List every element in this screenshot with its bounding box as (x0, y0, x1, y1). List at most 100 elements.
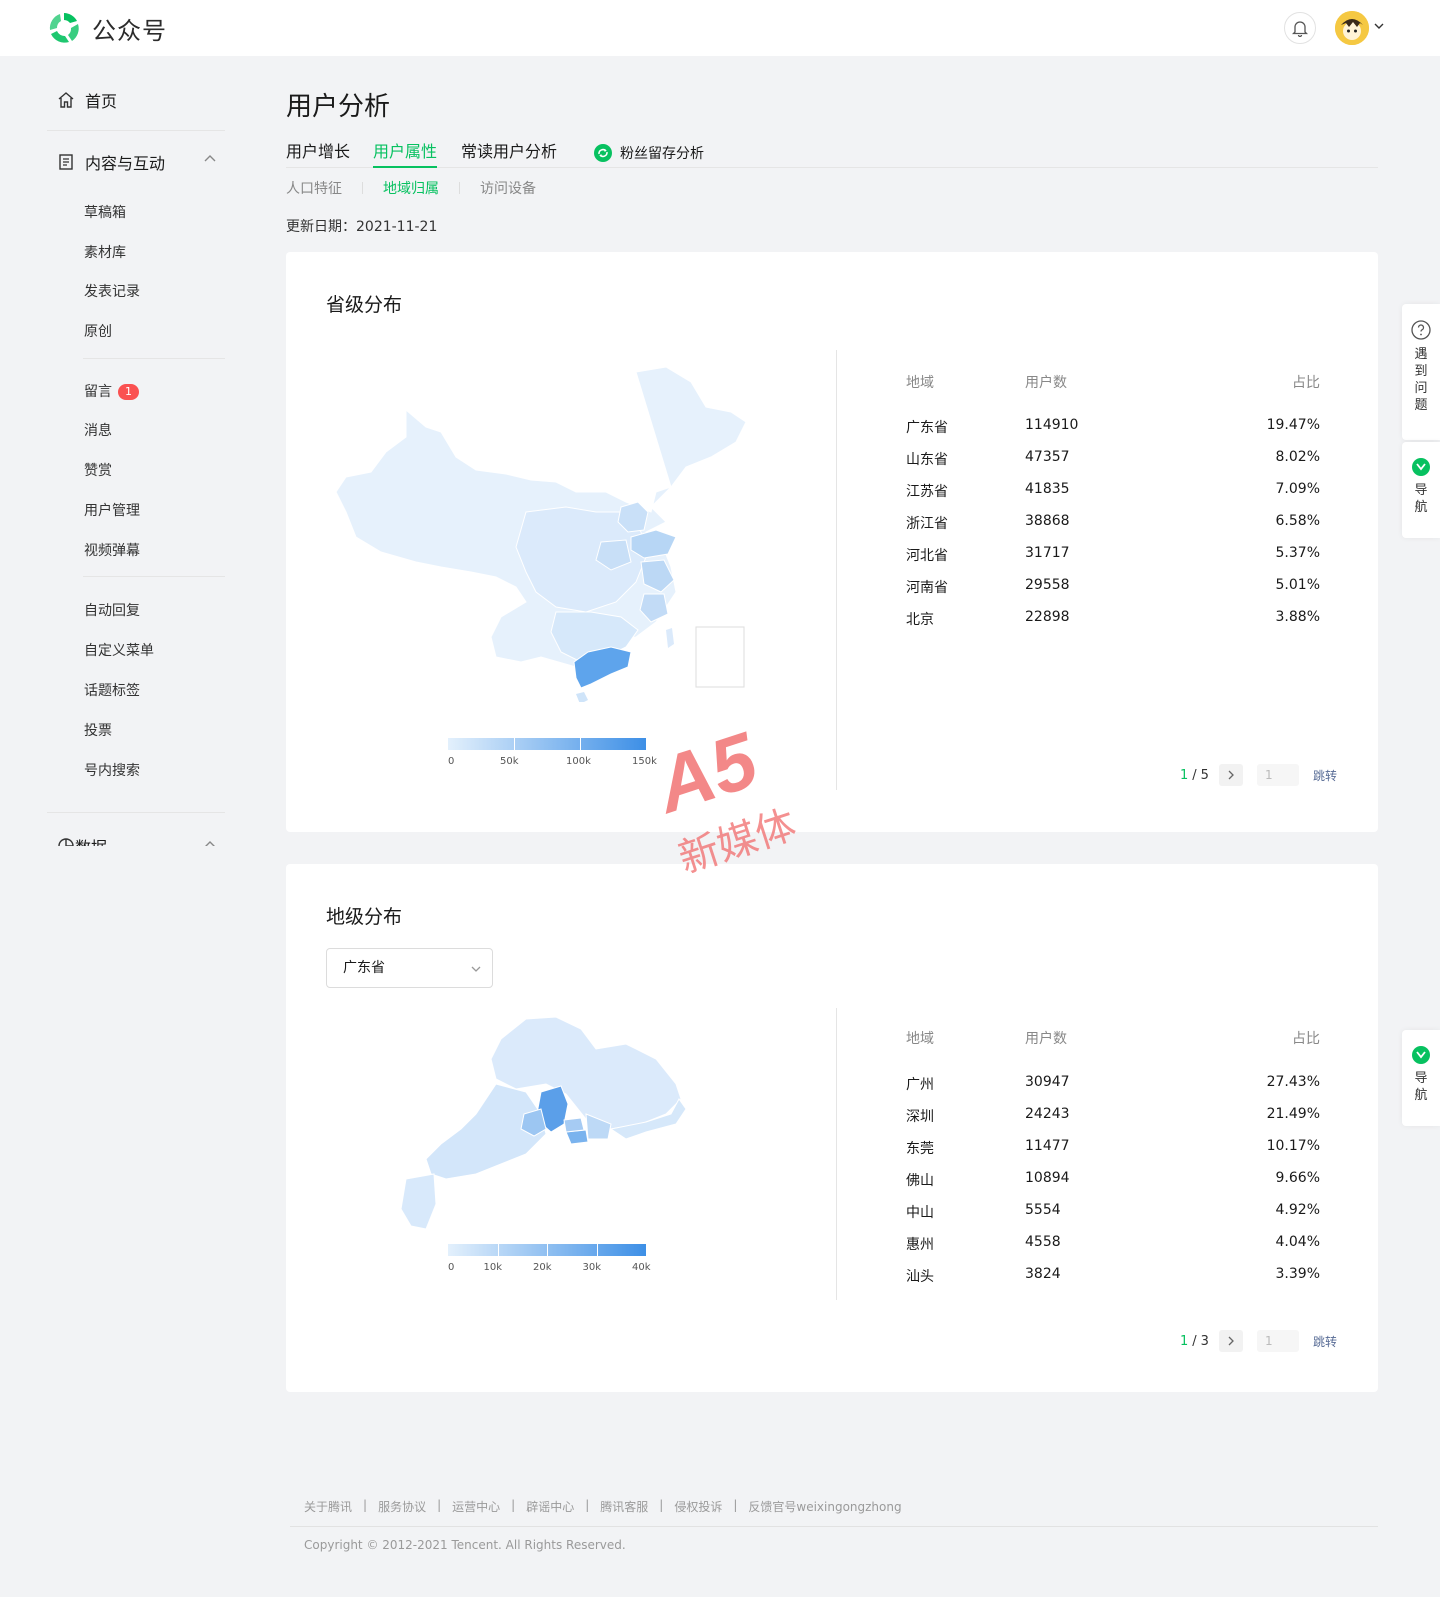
table-row: 河南省 29558 5.01% (906, 577, 1320, 597)
footer-link[interactable]: 服务协议 (378, 1498, 426, 1515)
table-row: 佛山 10894 9.66% (906, 1170, 1320, 1190)
table-row: 浙江省 38868 6.58% (906, 513, 1320, 533)
sidebar-item-topic-tags[interactable]: 话题标签 (84, 680, 140, 700)
wechat-mp-logo-icon (49, 13, 79, 43)
region-cell: 河南省 (906, 580, 948, 596)
sidebar-item-comments[interactable]: 留言 1 (84, 381, 139, 401)
table-row: 东莞 11477 10.17% (906, 1138, 1320, 1158)
map-region-hainan[interactable] (576, 692, 588, 702)
tab-fan-retention[interactable]: 粉丝留存分析 (594, 138, 704, 168)
legend-tick-divider (580, 738, 581, 750)
tab-user-attributes[interactable]: 用户属性 (373, 138, 438, 168)
china-province-map[interactable] (326, 362, 766, 702)
sidebar-group-data[interactable]: 数据 (57, 834, 217, 846)
subtab-demographics[interactable]: 人口特征 (286, 178, 342, 198)
help-float-button[interactable]: 遇到问题 (1402, 304, 1440, 440)
logo[interactable]: 公众号 (46, 10, 167, 46)
sidebar-group-content[interactable]: 内容与互动 (57, 150, 217, 174)
users-cell: 22898 (1025, 609, 1070, 625)
region-cell: 深圳 (906, 1109, 934, 1125)
sidebar-item-drafts[interactable]: 草稿箱 (84, 202, 126, 222)
region-cell: 北京 (906, 612, 934, 628)
divider (47, 130, 225, 131)
legend-tick-label: 30k (582, 1262, 602, 1273)
jump-button[interactable]: 跳转 (1313, 767, 1337, 784)
legend-tick-divider (547, 1244, 548, 1256)
next-page-button[interactable] (1218, 764, 1243, 786)
footer-link[interactable]: 反馈官号weixingongzhong (748, 1498, 901, 1515)
page-title: 用户分析 (286, 92, 391, 122)
notification-button[interactable] (1284, 12, 1316, 44)
next-page-button[interactable] (1218, 1330, 1243, 1352)
page-number-input[interactable]: 1 (1256, 764, 1299, 786)
footer-link[interactable]: 侵权投诉 (674, 1498, 722, 1515)
jump-button[interactable]: 跳转 (1313, 1333, 1337, 1350)
sidebar-item-materials[interactable]: 素材库 (84, 242, 126, 262)
footer-link[interactable]: 运营中心 (452, 1498, 500, 1515)
page-number-input[interactable]: 1 (1256, 1330, 1299, 1352)
nav-icon (1412, 1046, 1430, 1064)
users-cell: 38868 (1025, 513, 1070, 529)
tab-frequent-readers[interactable]: 常读用户分析 (461, 138, 557, 168)
ratio-cell: 10.17% (1266, 1138, 1320, 1154)
users-cell: 114910 (1025, 417, 1079, 433)
sidebar-item-home[interactable]: 首页 (57, 88, 117, 112)
sidebar-item-auto-reply[interactable]: 自动回复 (84, 600, 140, 620)
column-header-ratio: 占比 (1292, 375, 1320, 391)
home-icon (58, 92, 74, 108)
account-menu-chevron-down-icon[interactable] (1373, 20, 1385, 32)
chevron-up-icon[interactable] (203, 838, 217, 846)
chevron-up-icon[interactable] (203, 152, 217, 166)
map-region-leizhou[interactable] (400, 1173, 437, 1230)
sidebar-item-rewards[interactable]: 赞赏 (84, 460, 112, 480)
nav-float-button[interactable]: 导航 (1402, 442, 1440, 538)
table-row: 广东省 114910 19.47% (906, 417, 1320, 437)
bell-icon (1292, 20, 1308, 37)
sidebar-item-original[interactable]: 原创 (84, 321, 112, 341)
map-region-dongguan[interactable] (563, 1117, 585, 1133)
region-cell: 江苏省 (906, 484, 948, 500)
guangdong-city-map[interactable] (396, 1014, 696, 1244)
users-cell: 47357 (1025, 449, 1070, 465)
column-header-ratio: 占比 (1292, 1031, 1320, 1047)
page-separator: / (1192, 1333, 1197, 1349)
sidebar-item-publish-records[interactable]: 发表记录 (84, 281, 140, 301)
city-distribution-card: 地级分布 广东省 0 10k 20k 30k 40k 地域 用户数 占比 广州 30947… (286, 864, 1378, 1392)
sidebar-group-label: 内容与互动 (85, 154, 166, 173)
footer-separator: | (363, 1498, 368, 1512)
region-cell: 汕头 (906, 1269, 934, 1285)
region-cell: 佛山 (906, 1173, 934, 1189)
users-cell: 31717 (1025, 545, 1070, 561)
avatar[interactable] (1335, 11, 1369, 45)
subtab-devices[interactable]: 访问设备 (480, 178, 536, 198)
ratio-cell: 9.66% (1275, 1170, 1320, 1186)
ratio-cell: 4.04% (1275, 1234, 1320, 1250)
ratio-cell: 19.47% (1266, 417, 1320, 433)
sidebar-item-messages[interactable]: 消息 (84, 420, 112, 440)
sidebar-item-vote[interactable]: 投票 (84, 720, 112, 740)
tab-user-growth[interactable]: 用户增长 (286, 138, 350, 168)
total-pages: 3 (1200, 1333, 1209, 1349)
subtab-region[interactable]: 地域归属 (383, 178, 439, 198)
province-select[interactable]: 广东省 (326, 948, 493, 988)
sidebar-item-user-management[interactable]: 用户管理 (84, 500, 140, 520)
footer-link[interactable]: 辟谣中心 (526, 1498, 574, 1515)
map-region-taiwan[interactable] (666, 628, 674, 648)
south-china-sea-inset (695, 626, 745, 688)
divider (836, 350, 837, 790)
region-cell: 惠州 (906, 1237, 934, 1253)
users-cell: 29558 (1025, 577, 1070, 593)
users-cell: 10894 (1025, 1170, 1070, 1186)
sidebar-item-custom-menu[interactable]: 自定义菜单 (84, 640, 154, 660)
sidebar-item-in-account-search[interactable]: 号内搜索 (84, 760, 140, 780)
nav-label: 导航 (1414, 1071, 1428, 1103)
nav-float-button-lower[interactable]: 导航 (1402, 1030, 1440, 1126)
tab-label: 粉丝留存分析 (620, 146, 704, 162)
sidebar-item-label: 留言 (84, 384, 112, 400)
column-header-users: 用户数 (1025, 375, 1067, 391)
legend-tick-label: 0 (448, 756, 455, 767)
footer-link[interactable]: 关于腾讯 (304, 1498, 352, 1515)
current-page: 1 (1180, 767, 1189, 783)
sidebar-item-video-danmaku[interactable]: 视频弹幕 (84, 540, 140, 560)
footer-link[interactable]: 腾讯客服 (600, 1498, 648, 1515)
